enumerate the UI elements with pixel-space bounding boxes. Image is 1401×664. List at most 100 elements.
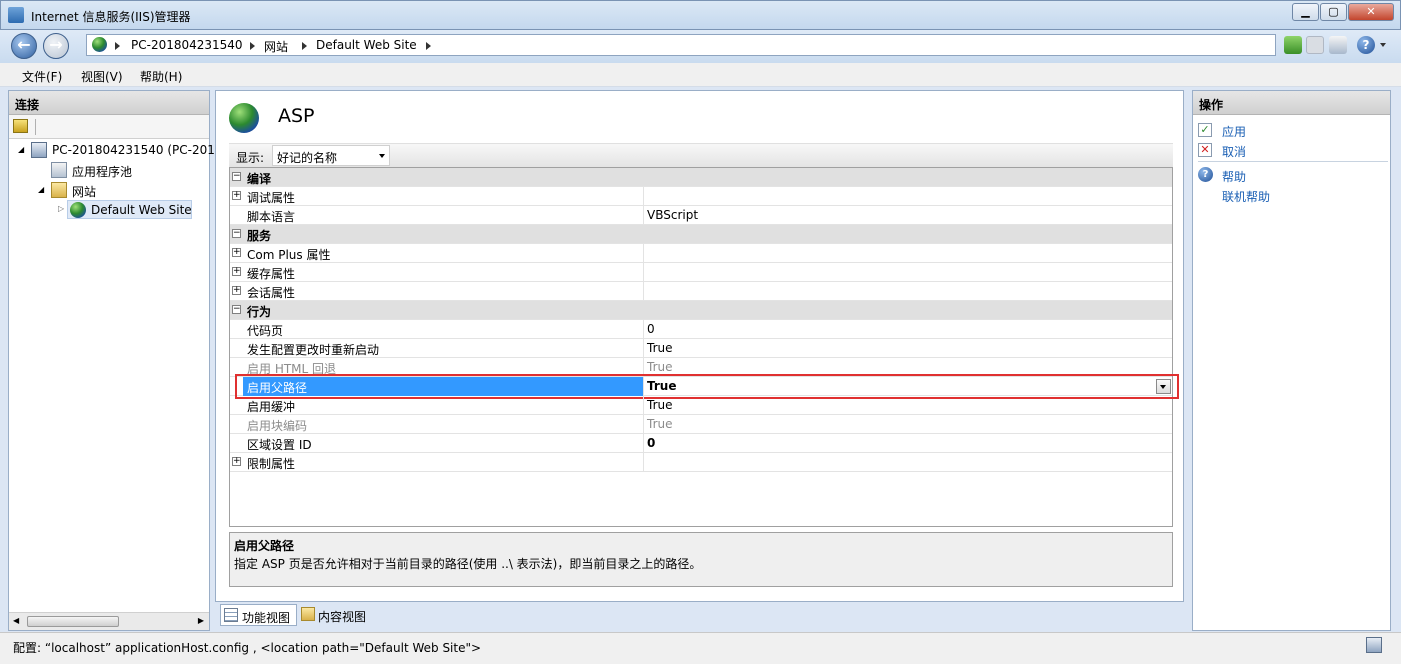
tree-item-app-pools[interactable]: 应用程序池 [72,163,132,180]
property-row[interactable]: 区域设置 ID 0 [230,434,1172,453]
property-row[interactable]: 启用父路径 True [230,374,1179,399]
close-button[interactable]: ✕ [1348,3,1394,21]
scroll-thumb[interactable] [27,616,119,627]
property-value[interactable]: 0 [647,322,655,336]
category-row[interactable]: − 行为 [230,301,1172,320]
expand-icon[interactable]: + [232,457,241,466]
property-row[interactable]: + 缓存属性 [230,263,1172,282]
category-row[interactable]: − 编译 [230,168,1172,187]
property-value[interactable]: True [647,379,676,393]
tree-item-site[interactable]: Default Web Site [91,203,192,217]
window-title: Internet 信息服务(IIS)管理器 [31,10,191,24]
menu-help[interactable]: 帮助(H) [140,68,182,85]
column-divider [643,415,644,434]
property-value[interactable]: 0 [647,436,655,450]
expand-sites-icon[interactable]: ◢ [38,185,44,194]
property-row[interactable]: 启用 HTML 回退 True [230,358,1172,377]
tree-item-sites[interactable]: 网站 [72,183,96,200]
sites-folder-icon [51,182,67,198]
property-name: 会话属性 [247,286,296,300]
property-row[interactable]: 发生配置更改时重新启动 True [230,339,1172,358]
property-row[interactable]: 代码页 0 [230,320,1172,339]
action-help[interactable]: 帮助 [1222,168,1246,185]
expand-site-icon[interactable]: ▷ [58,204,64,213]
expand-icon[interactable]: + [232,286,241,295]
property-row[interactable]: 启用缓冲 True [230,396,1172,415]
back-button[interactable]: ← [11,33,37,59]
collapse-icon[interactable]: − [232,229,241,238]
property-row[interactable]: + 会话属性 [230,282,1172,301]
show-select[interactable]: 好记的名称 [272,145,390,166]
toolbar-separator [35,119,36,135]
property-name: 脚本语言 [247,210,296,224]
property-name: 区域设置 ID [247,438,312,452]
property-row[interactable]: 启用块编码 True [230,415,1172,434]
tab-content-view[interactable]: 内容视图 [298,604,373,626]
breadcrumb-sites[interactable]: 网站 [264,38,288,55]
minimize-button[interactable]: ▁ [1292,3,1319,21]
action-cancel[interactable]: 取消 [1222,143,1246,160]
refresh-icon[interactable] [1284,36,1302,54]
property-name: Com Plus 属性 [247,248,331,262]
help-icon[interactable]: ? [1357,36,1375,54]
breadcrumb-arrow-icon[interactable] [302,42,307,50]
description-title: 启用父路径 [234,539,295,553]
menu-file[interactable]: 文件(F) [22,68,62,85]
apply-icon: ✓ [1198,123,1212,137]
action-apply[interactable]: 应用 [1222,123,1246,140]
content-view-icon [301,607,315,621]
status-bar: 配置: “localhost” applicationHost.config ,… [0,632,1401,664]
property-name: 服务 [247,229,272,243]
feature-panel: ASP 显示: 好记的名称 − 编译 + 调试属性 脚本语言 VBScript − 服务 + Co… [215,90,1184,602]
connect-icon[interactable] [13,119,28,133]
collapse-icon[interactable]: − [232,305,241,314]
property-name: 限制属性 [247,457,296,471]
iis-app-icon [8,7,24,23]
breadcrumb-arrow-icon[interactable] [115,42,120,50]
column-divider [643,453,644,472]
expand-server-icon[interactable]: ◢ [18,145,24,154]
expand-icon[interactable]: + [232,267,241,276]
expand-icon[interactable]: + [232,248,241,257]
breadcrumb-site[interactable]: Default Web Site [316,38,417,52]
cancel-icon: ✕ [1198,143,1212,157]
property-value[interactable]: VBScript [647,208,698,222]
breadcrumb-arrow-icon[interactable] [426,42,431,50]
property-name: 编译 [247,172,272,186]
tab-feature-view-label: 功能视图 [242,611,291,625]
tree-item-server[interactable]: PC-201804231540 (PC-2018 [52,143,223,157]
property-value[interactable]: True [647,398,673,412]
property-row[interactable]: + 限制属性 [230,453,1172,472]
scroll-left-icon[interactable]: ◀ [13,616,19,625]
server-icon [31,142,47,158]
property-row[interactable]: 脚本语言 VBScript [230,206,1172,225]
forward-button[interactable]: → [43,33,69,59]
property-name: 缓存属性 [247,267,296,281]
address-bar[interactable]: PC-201804231540 网站 Default Web Site [86,34,1276,56]
maximize-button[interactable]: ▢ [1320,3,1347,21]
category-row[interactable]: − 服务 [230,225,1172,244]
property-grid: − 编译 + 调试属性 脚本语言 VBScript − 服务 + Com Plus 属性 + 缓存属性… [229,167,1179,527]
stop-icon[interactable] [1306,36,1324,54]
property-value[interactable]: True [647,360,673,374]
scroll-right-icon[interactable]: ▶ [198,616,204,625]
collapse-icon[interactable]: − [232,172,241,181]
property-row[interactable]: + Com Plus 属性 [230,244,1172,263]
horizontal-scrollbar[interactable]: ◀ ▶ [9,612,209,630]
property-value[interactable]: True [647,341,673,355]
home-icon[interactable] [1329,36,1347,54]
property-value[interactable]: True [647,417,673,431]
action-online-help[interactable]: 联机帮助 [1222,188,1270,205]
help-dropdown-icon[interactable] [1380,43,1386,47]
tab-feature-view[interactable]: 功能视图 [220,604,297,626]
property-name: 启用 HTML 回退 [247,362,337,376]
connections-toolbar [9,115,209,139]
property-row[interactable]: + 调试属性 [230,187,1172,206]
expand-icon[interactable]: + [232,191,241,200]
value-dropdown-button[interactable] [1156,379,1171,394]
breadcrumb-arrow-icon[interactable] [250,42,255,50]
chevron-down-icon[interactable] [379,154,385,158]
column-divider [643,377,644,396]
breadcrumb-server[interactable]: PC-201804231540 [131,38,243,52]
menu-view[interactable]: 视图(V) [81,68,123,85]
